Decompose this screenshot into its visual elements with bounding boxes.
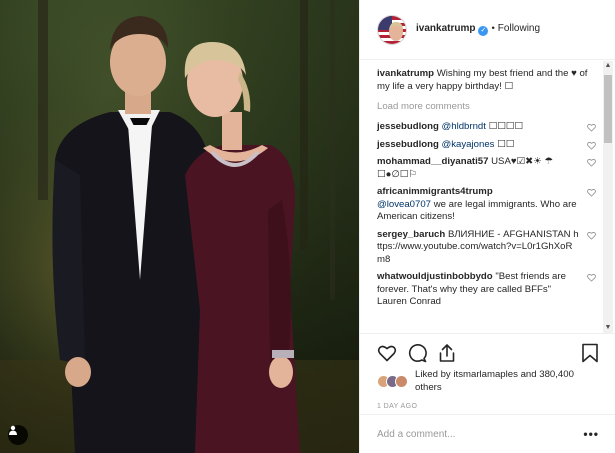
comments-list: ivankatrump Wishing my best friend and t… xyxy=(360,61,606,331)
share-upload-icon[interactable] xyxy=(437,343,457,363)
profile-picture xyxy=(378,15,406,44)
comment-bubble-icon[interactable] xyxy=(407,343,427,363)
comment-username[interactable]: jessebudlong xyxy=(377,139,439,150)
likes-count-text[interactable]: Liked by itsmarlamaples and 380,400 othe… xyxy=(415,369,599,394)
separator-dot: • xyxy=(491,23,495,34)
comments-scrollbar[interactable]: ▲ ▼ xyxy=(603,61,613,333)
list-item: whatwouldjustinbobbydo "Best friends are… xyxy=(377,271,596,314)
verified-badge-icon: ✓ xyxy=(478,26,489,36)
couple-photo-illustration xyxy=(0,0,359,453)
add-comment-bar: ••• xyxy=(360,414,615,453)
person-icon xyxy=(9,425,17,435)
comment-mention[interactable]: @kayajones xyxy=(442,139,495,150)
like-comment-heart-icon[interactable] xyxy=(587,188,596,197)
list-item: jessebudlong @hldbrndt ☐☐☐☐ xyxy=(377,121,596,139)
comment-username[interactable]: mohammad__diyanati57 xyxy=(377,156,488,167)
load-more-comments-button[interactable]: Load more comments xyxy=(377,101,596,112)
post-header: ivankatrump ✓ • Following xyxy=(360,0,615,60)
scroll-up-arrow-icon[interactable]: ▲ xyxy=(603,61,613,71)
likes-summary[interactable]: Liked by itsmarlamaples and 380,400 othe… xyxy=(377,369,599,394)
list-item: jessebudlong @kayajones ☐☐ xyxy=(377,139,596,157)
like-comment-heart-icon[interactable] xyxy=(587,123,596,132)
liker-avatars xyxy=(377,375,408,388)
scroll-thumb[interactable] xyxy=(604,75,612,143)
comment-mention[interactable]: @lovea0707 xyxy=(377,199,431,210)
header-username[interactable]: ivankatrump xyxy=(416,23,475,34)
instagram-post-view: ivankatrump ✓ • Following ivankatrump Wishi… xyxy=(0,0,615,453)
list-item: mohammad__diyanati57 USA♥☑✖☀ ☂☐●∅☐⚐ xyxy=(377,156,596,186)
like-comment-heart-icon[interactable] xyxy=(587,141,596,150)
like-comment-heart-icon[interactable] xyxy=(587,158,596,167)
scroll-down-arrow-icon[interactable]: ▼ xyxy=(603,323,613,333)
more-options-button[interactable]: ••• xyxy=(583,427,599,441)
comment-username[interactable]: sergey_baruch xyxy=(377,229,445,240)
post-timestamp[interactable]: 1 DAY AGO xyxy=(377,403,599,410)
caption-username[interactable]: ivankatrump xyxy=(377,68,434,79)
avatar[interactable] xyxy=(377,14,407,45)
list-item: sergey_baruch ВЛИЯНИЕ - AFGHANISTAN http… xyxy=(377,229,596,272)
comment-username[interactable]: africanimmigrants4trump xyxy=(377,186,493,197)
post-caption: ivankatrump Wishing my best friend and t… xyxy=(377,68,596,93)
post-actions: Liked by itsmarlamaples and 380,400 othe… xyxy=(360,333,615,410)
post-photo[interactable] xyxy=(0,0,359,453)
list-item: africanimmigrants4trump @lovea0707 we are… xyxy=(377,186,596,229)
action-icon-bar xyxy=(377,340,599,366)
tagged-users-button[interactable] xyxy=(8,425,28,445)
like-comment-heart-icon[interactable] xyxy=(587,231,596,240)
like-comment-heart-icon[interactable] xyxy=(587,273,596,282)
comment-text: ☐☐☐☐ xyxy=(488,121,524,132)
following-button[interactable]: Following xyxy=(498,23,540,34)
avatar xyxy=(395,375,408,388)
comment-text: ☐☐ xyxy=(497,138,515,150)
like-heart-icon[interactable] xyxy=(377,343,397,363)
comment-username[interactable]: whatwouldjustinbobbydo xyxy=(377,271,493,282)
add-comment-input[interactable] xyxy=(377,428,557,440)
save-bookmark-icon[interactable] xyxy=(581,343,599,363)
comment-username[interactable]: jessebudlong xyxy=(377,121,439,132)
post-side-panel: ivankatrump ✓ • Following ivankatrump Wishi… xyxy=(359,0,615,453)
comment-mention[interactable]: @hldbrndt xyxy=(442,121,486,132)
